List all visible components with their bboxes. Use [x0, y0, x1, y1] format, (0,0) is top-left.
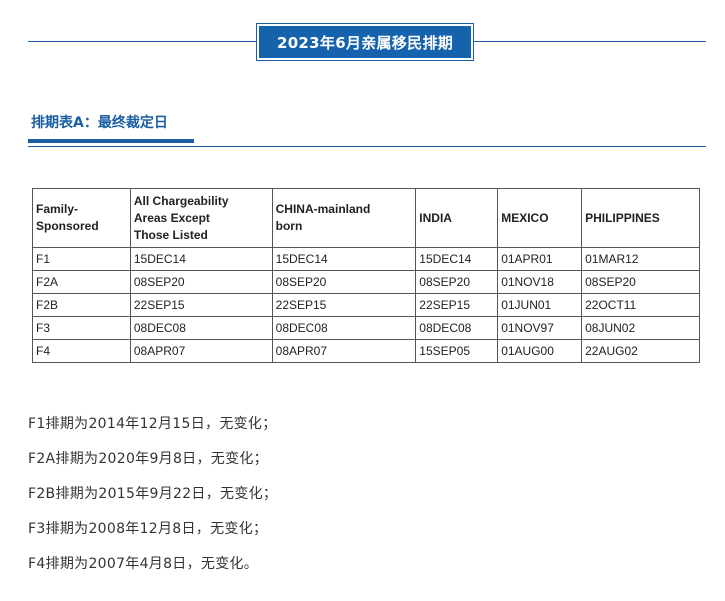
table-cell: 08SEP20 [129, 270, 273, 294]
table-row: F4 08APR07 08APR07 15SEP05 01AUG00 22AUG… [32, 339, 700, 363]
table-cell: 01AUG00 [497, 339, 583, 363]
table-cell: 08SEP20 [581, 270, 700, 294]
header-mexico: MEXICO [497, 188, 583, 248]
table-cell: 01MAR12 [581, 247, 700, 271]
table-cell: F1 [32, 247, 131, 271]
table-cell: 22SEP15 [129, 293, 273, 317]
note-f3: F3排期为2008年12月8日，无变化； [28, 521, 268, 537]
table-cell: 08DEC08 [129, 316, 273, 340]
table-cell: 22SEP15 [415, 293, 499, 317]
table-cell: 01NOV18 [497, 270, 583, 294]
table-cell: 08DEC08 [271, 316, 417, 340]
note-f1: F1排期为2014年12月15日，无变化； [28, 416, 277, 432]
page-title: 2023年6月亲属移民排期 [259, 26, 471, 58]
table-cell: F2B [32, 293, 131, 317]
table-cell: 08SEP20 [271, 270, 417, 294]
table-cell: 22SEP15 [271, 293, 417, 317]
table-cell: 22OCT11 [581, 293, 700, 317]
section-title-underline [28, 139, 194, 143]
table-cell: 01JUN01 [497, 293, 583, 317]
table-cell: 01NOV97 [497, 316, 583, 340]
note-f2a: F2A排期为2020年9月8日，无变化； [28, 451, 268, 467]
table-cell: 08DEC08 [415, 316, 499, 340]
table-cell: 08JUN02 [581, 316, 700, 340]
section-divider [28, 146, 706, 147]
table-cell: 08APR07 [129, 339, 273, 363]
table-cell: F4 [32, 339, 131, 363]
table-row: F2A 08SEP20 08SEP20 08SEP20 01NOV18 08SE… [32, 270, 700, 294]
table-cell: 22AUG02 [581, 339, 700, 363]
table-row: F2B 22SEP15 22SEP15 22SEP15 01JUN01 22OC… [32, 293, 700, 317]
table-cell: 15DEC14 [129, 247, 273, 271]
table-cell: F3 [32, 316, 131, 340]
table-cell: 15DEC14 [415, 247, 499, 271]
table-header-row: Family- Sponsored All Chargeability Area… [32, 188, 700, 248]
header-india: INDIA [415, 188, 499, 248]
note-f2b: F2B排期为2015年9月22日，无变化； [28, 486, 278, 502]
section-title: 排期表A：最终裁定日 [31, 115, 168, 131]
table-cell: 01APR01 [497, 247, 583, 271]
header-family-sponsored: Family- Sponsored [32, 188, 131, 248]
table-cell: 15SEP05 [415, 339, 499, 363]
table-cell: F2A [32, 270, 131, 294]
header-china: CHINA-mainland born [271, 188, 417, 248]
visa-bulletin-table: Family- Sponsored All Chargeability Area… [32, 188, 700, 363]
title-banner: 2023年6月亲属移民排期 [256, 23, 474, 61]
note-f4: F4排期为2007年4月8日，无变化。 [28, 556, 259, 572]
table-cell: 15DEC14 [271, 247, 417, 271]
table-row: F1 15DEC14 15DEC14 15DEC14 01APR01 01MAR… [32, 247, 700, 271]
table-cell: 08SEP20 [415, 270, 499, 294]
table-cell: 08APR07 [271, 339, 417, 363]
header-all-chargeability: All Chargeability Areas Except Those Lis… [129, 188, 273, 248]
table-row: F3 08DEC08 08DEC08 08DEC08 01NOV97 08JUN… [32, 316, 700, 340]
header-philippines: PHILIPPINES [581, 188, 700, 248]
